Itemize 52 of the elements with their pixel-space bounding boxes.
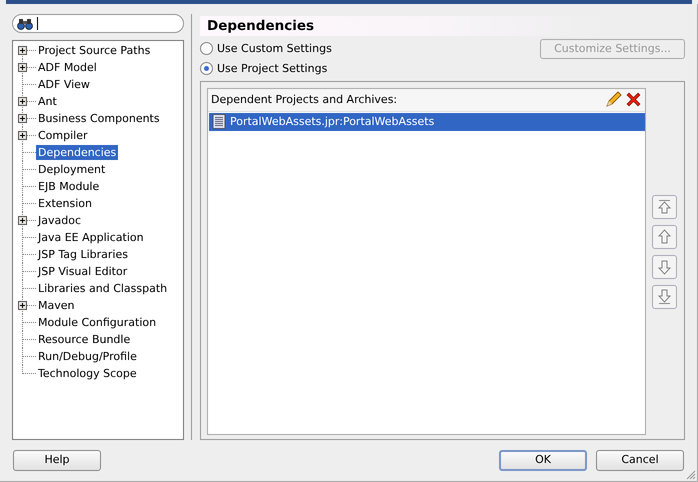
move-up-button[interactable] xyxy=(652,224,677,249)
tree-item[interactable]: Technology Scope xyxy=(36,366,139,381)
delete-button[interactable] xyxy=(625,91,642,108)
dialog-button[interactable]: Help xyxy=(13,450,101,471)
tree-item[interactable]: Libraries and Classpath xyxy=(36,281,170,296)
arrow-down-icon xyxy=(657,258,672,275)
document-icon xyxy=(212,114,226,130)
tree-item[interactable]: Java EE Application xyxy=(36,230,146,245)
move-down-button[interactable] xyxy=(652,254,677,279)
move-to-bottom-button[interactable] xyxy=(652,284,677,309)
tree-item[interactable]: Business Components xyxy=(36,111,162,126)
tree-item[interactable]: Compiler xyxy=(36,128,90,143)
tree-item[interactable]: ADF View xyxy=(36,77,92,92)
radio-label[interactable]: Use Custom Settings xyxy=(217,40,332,57)
move-to-top-button[interactable] xyxy=(652,194,677,219)
dialog-button[interactable]: OK xyxy=(499,450,587,471)
tree-item[interactable]: EJB Module xyxy=(36,179,102,194)
tree-item[interactable]: Project Source Paths xyxy=(36,43,152,58)
expand-icon[interactable] xyxy=(18,114,27,123)
resize-grip-icon[interactable] xyxy=(686,470,696,480)
tree-item[interactable]: Javadoc xyxy=(36,213,83,228)
arrow-down-to-line-icon xyxy=(657,288,672,305)
tree-item[interactable]: Run/Debug/Profile xyxy=(36,349,139,364)
radio-button[interactable] xyxy=(200,62,213,76)
expand-icon[interactable] xyxy=(18,46,27,55)
tree-item[interactable]: Ant xyxy=(36,94,59,109)
tree-item[interactable]: Maven xyxy=(36,298,76,313)
search-field[interactable] xyxy=(12,14,184,33)
tree-item[interactable]: JSP Tag Libraries xyxy=(36,247,130,262)
radio-button[interactable] xyxy=(200,42,213,56)
expand-icon[interactable] xyxy=(18,216,27,225)
arrow-up-to-line-icon xyxy=(657,198,672,215)
list-row[interactable]: PortalWebAssets.jpr:PortalWebAssets xyxy=(209,112,645,131)
tree-item[interactable]: ADF Model xyxy=(36,60,99,75)
tree-item[interactable]: Extension xyxy=(36,196,94,211)
close-icon xyxy=(625,91,642,108)
tree-item[interactable]: Resource Bundle xyxy=(36,332,132,347)
dialog-button[interactable]: Cancel xyxy=(596,450,684,471)
tree-item[interactable]: Module Configuration xyxy=(36,315,158,330)
expand-icon[interactable] xyxy=(18,63,27,72)
expand-icon[interactable] xyxy=(18,131,27,140)
radio-label[interactable]: Use Project Settings xyxy=(217,60,328,77)
edit-button[interactable] xyxy=(605,91,622,108)
tree-item[interactable]: Deployment xyxy=(36,162,108,177)
list-header: Dependent Projects and Archives: xyxy=(211,92,398,108)
tree-item[interactable]: JSP Visual Editor xyxy=(36,264,130,279)
expand-icon[interactable] xyxy=(18,301,27,310)
arrow-up-icon xyxy=(657,228,672,245)
expand-icon[interactable] xyxy=(18,97,27,106)
binoculars-icon xyxy=(17,18,33,30)
pencil-icon xyxy=(605,91,622,108)
tree-item[interactable]: Dependencies xyxy=(36,145,118,160)
